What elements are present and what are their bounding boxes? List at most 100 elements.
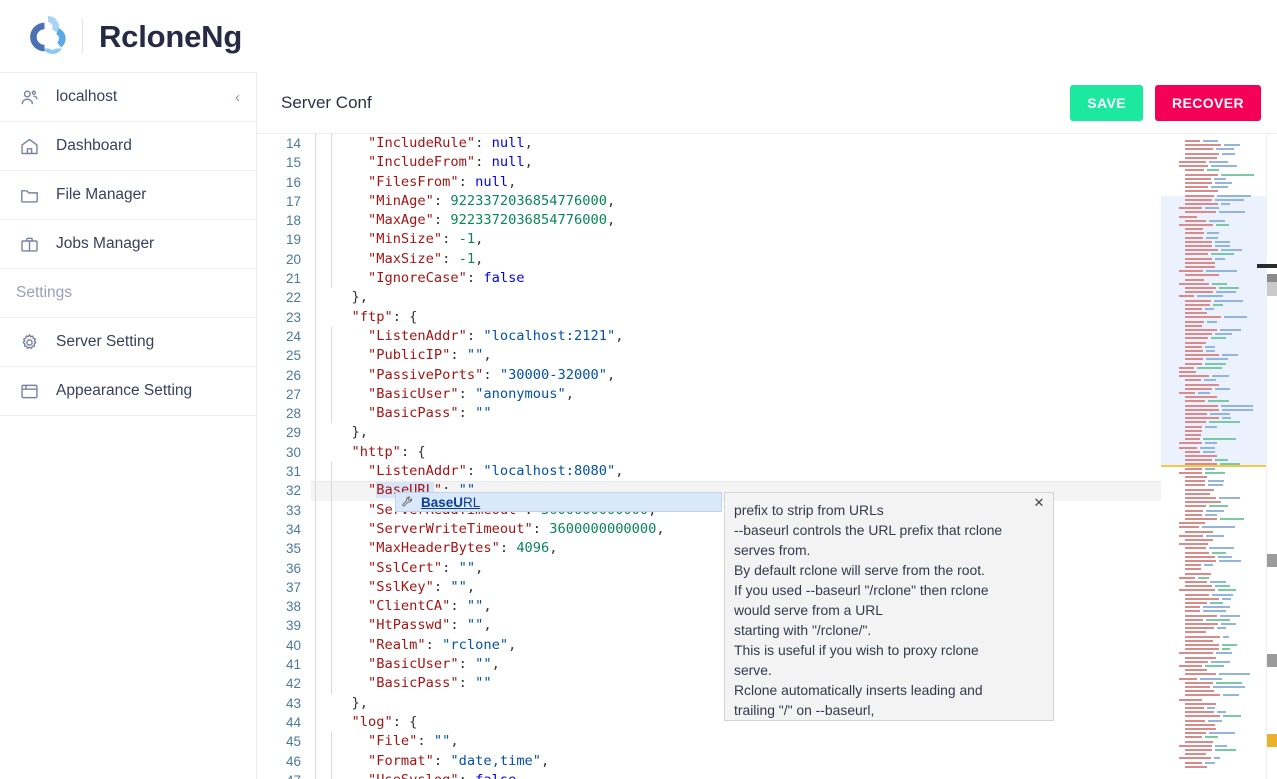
code-token: "Realm" bbox=[367, 636, 426, 653]
minimap-row bbox=[1185, 635, 1220, 638]
code-line[interactable]: "http": { bbox=[311, 442, 1161, 463]
code-token: }, bbox=[351, 289, 368, 306]
minimap-row bbox=[1213, 299, 1244, 302]
minimap-row bbox=[1218, 560, 1241, 562]
code-line[interactable]: "PassivePorts": "30000-32000", bbox=[311, 365, 1161, 385]
code-line[interactable]: "UseSyslog": false, bbox=[311, 770, 1161, 779]
code-token: : bbox=[450, 617, 467, 634]
minimap-row bbox=[1185, 484, 1205, 487]
line-number: 14 bbox=[285, 136, 301, 151]
sidebar: localhost ‹ Dashboard File Manager Jobs … bbox=[0, 72, 256, 779]
code-line[interactable]: "IncludeFrom": null, bbox=[311, 153, 1161, 173]
indent-guide bbox=[315, 269, 316, 289]
sidebar-item-file-manager[interactable]: File Manager bbox=[0, 171, 256, 220]
code-line[interactable]: "File": "", bbox=[311, 732, 1161, 752]
code-line[interactable]: "MinSize": -1, bbox=[311, 230, 1161, 250]
code-line[interactable]: "IgnoreCase": false bbox=[311, 269, 1161, 289]
code-editor[interactable]: 14 15 16 17 18 19 20 21 22 23 24 25 26 27 28 29 30 31 32 33… bbox=[257, 134, 1277, 779]
code-line[interactable]: }, bbox=[311, 423, 1161, 443]
line-number: 20 bbox=[285, 251, 301, 267]
doc-line: serves from. bbox=[734, 542, 811, 558]
code-line[interactable]: "Format": "date,time", bbox=[311, 751, 1161, 771]
chevron-left-icon[interactable]: ‹ bbox=[235, 89, 240, 106]
code-token: "PassivePorts" bbox=[367, 366, 484, 383]
indent-guide bbox=[331, 674, 332, 694]
minimap-row bbox=[1185, 287, 1217, 289]
line-number: 40 bbox=[285, 637, 301, 653]
minimap-row bbox=[1208, 719, 1223, 722]
code-line[interactable]: "BasicPass": "" bbox=[311, 404, 1161, 424]
close-icon[interactable]: ✕ bbox=[1031, 495, 1047, 511]
code-line[interactable]: "BasicUser": "anonymous", bbox=[311, 384, 1161, 405]
code-token: : bbox=[458, 173, 476, 190]
minimap-row bbox=[1179, 270, 1203, 273]
code-token: , bbox=[656, 520, 665, 537]
indent-guide bbox=[315, 751, 316, 771]
sidebar-item-dashboard[interactable]: Dashboard bbox=[0, 122, 256, 171]
minimap-row bbox=[1205, 471, 1226, 474]
minimap-row bbox=[1205, 534, 1225, 537]
code-line[interactable]: "FilesFrom": null, bbox=[311, 172, 1161, 192]
code-line[interactable]: "MaxSize": -1, bbox=[311, 249, 1161, 270]
code-line[interactable]: "ftp": { bbox=[311, 307, 1161, 327]
minimap-row bbox=[1179, 534, 1203, 537]
minimap-row bbox=[1185, 198, 1212, 201]
code-token: 9223372036854776000 bbox=[450, 192, 607, 209]
code-token: "HtPasswd" bbox=[367, 617, 451, 634]
minimap-row bbox=[1185, 564, 1201, 567]
code-token: : { bbox=[392, 713, 418, 730]
sidebar-item-localhost[interactable]: localhost ‹ bbox=[0, 73, 256, 122]
recover-button[interactable]: RECOVER bbox=[1154, 84, 1261, 121]
code-token: "" bbox=[475, 675, 492, 692]
minimap[interactable] bbox=[1161, 134, 1266, 779]
code-line[interactable]: "IncludeRule": null, bbox=[311, 134, 1161, 154]
minimap-row bbox=[1204, 308, 1215, 310]
minimap-row bbox=[1185, 518, 1218, 520]
code-token: "IgnoreCase" bbox=[367, 270, 467, 287]
minimap-row bbox=[1179, 757, 1212, 760]
code-line[interactable]: }, bbox=[311, 288, 1161, 308]
minimap-row bbox=[1216, 291, 1236, 294]
minimap-row bbox=[1185, 417, 1220, 420]
sidebar-item-jobs-manager[interactable]: Jobs Manager bbox=[0, 220, 256, 269]
code-token: : bbox=[458, 675, 476, 692]
minimap-row bbox=[1185, 320, 1205, 323]
code-token: , bbox=[508, 173, 517, 190]
vertical-scrollbar[interactable] bbox=[1266, 134, 1277, 779]
indent-guide bbox=[331, 230, 332, 250]
sidebar-item-appearance-setting[interactable]: Appearance Setting bbox=[0, 367, 256, 416]
code-line[interactable]: "ListenAddr": "localhost:8080", bbox=[311, 462, 1161, 482]
code-token: "" bbox=[450, 578, 467, 595]
minimap-row bbox=[1179, 665, 1203, 667]
doc-line: By default rclone will serve from the ro… bbox=[734, 562, 985, 578]
minimap-row bbox=[1185, 400, 1206, 403]
code-token: : bbox=[425, 636, 443, 653]
minimap-row bbox=[1185, 194, 1215, 197]
indent-guide bbox=[331, 346, 332, 366]
minimap-row bbox=[1185, 152, 1220, 155]
code-line[interactable]: "MinAge": 9223372036854776000, bbox=[311, 191, 1161, 212]
code-token: , bbox=[475, 250, 484, 267]
code-line[interactable]: "PublicIP": "", bbox=[311, 346, 1161, 366]
sidebar-item-server-setting[interactable]: Server Setting bbox=[0, 318, 256, 367]
code-line[interactable]: "ListenAddr": "localhost:2121", bbox=[311, 326, 1161, 347]
minimap-row bbox=[1220, 404, 1254, 407]
save-button[interactable]: SAVE bbox=[1070, 84, 1143, 121]
minimap-row bbox=[1185, 303, 1211, 306]
minimap-row bbox=[1185, 627, 1214, 630]
minimap-row bbox=[1185, 354, 1219, 357]
indent-guide bbox=[315, 211, 316, 231]
minimap-row bbox=[1202, 610, 1226, 613]
code-token: "date,time" bbox=[450, 752, 542, 769]
minimap-row bbox=[1211, 551, 1226, 554]
minimap-row bbox=[1185, 505, 1207, 508]
code-token: : bbox=[442, 559, 459, 576]
minimap-row bbox=[1221, 408, 1254, 411]
indent-guide bbox=[315, 423, 316, 443]
minimap-row bbox=[1205, 270, 1238, 273]
code-token: : { bbox=[400, 443, 426, 460]
autocomplete-suggestion[interactable]: BaseURL bbox=[395, 492, 722, 512]
code-token: : bbox=[433, 578, 451, 595]
code-line[interactable]: "MaxAge": 9223372036854776000, bbox=[311, 211, 1161, 231]
minimap-row bbox=[1185, 219, 1206, 222]
